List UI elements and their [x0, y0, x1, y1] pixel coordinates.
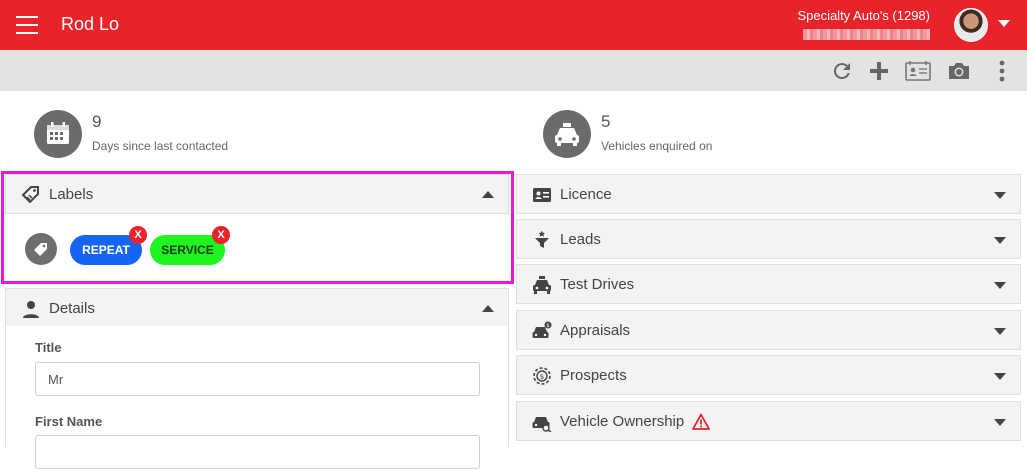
camera-icon[interactable] [946, 59, 970, 83]
page-title: Rod Lo [61, 14, 120, 34]
remove-label-service-button[interactable]: X [212, 226, 230, 244]
prospects-panel-title: Prospects [560, 367, 627, 384]
first-name-field-label: First Name [35, 414, 103, 429]
warning-icon [692, 413, 710, 431]
avatar[interactable] [954, 8, 988, 42]
appraisals-panel-header[interactable]: $ Appraisals [516, 310, 1021, 350]
chevron-down-icon[interactable] [994, 373, 1006, 380]
test-drives-panel-title: Test Drives [560, 276, 635, 293]
refresh-icon[interactable] [830, 59, 854, 83]
days-label: Days since last contacted [92, 139, 229, 153]
chevron-down-icon[interactable] [994, 192, 1006, 199]
taxi-car-icon [543, 110, 591, 158]
chevron-down-icon[interactable] [994, 282, 1006, 289]
vehicles-count: 5 [601, 112, 611, 131]
contact-card-icon[interactable] [905, 59, 931, 83]
licence-panel-header[interactable]: Licence [516, 174, 1021, 214]
label-chip-text: REPEAT [82, 243, 130, 257]
first-name-field[interactable] [35, 435, 480, 469]
chevron-down-icon[interactable] [998, 20, 1010, 27]
appraisals-panel-title: Appraisals [560, 322, 631, 339]
days-count: 9 [92, 112, 102, 131]
vehicle-ownership-panel-title: Vehicle Ownership [560, 413, 685, 430]
plus-icon[interactable] [867, 59, 891, 83]
title-field[interactable] [35, 362, 480, 396]
dealer-detail-redacted [803, 29, 930, 40]
target-dollar-icon: $ [532, 366, 552, 386]
prospects-panel-header[interactable]: $ Prospects [516, 355, 1021, 395]
chevron-down-icon[interactable] [994, 419, 1006, 426]
dealer-name[interactable]: Specialty Auto's (1298) [797, 8, 930, 23]
menu-icon[interactable] [16, 16, 38, 34]
details-panel-title: Details [49, 300, 95, 317]
labels-highlight-frame [1, 171, 514, 284]
remove-label-repeat-button[interactable]: X [129, 226, 147, 244]
calendar-icon [34, 110, 82, 158]
taxi-car-icon [532, 275, 552, 295]
car-dollar-icon: $ [532, 321, 552, 341]
leads-panel-header[interactable]: Leads [516, 219, 1021, 259]
svg-text:$: $ [540, 373, 544, 381]
id-card-icon [532, 185, 552, 205]
test-drives-panel-header[interactable]: Test Drives [516, 264, 1021, 304]
vehicles-label: Vehicles enquired on [601, 139, 713, 153]
car-search-icon [532, 412, 552, 433]
more-vert-icon[interactable] [990, 59, 1014, 83]
leads-panel-title: Leads [560, 231, 601, 248]
licence-panel-title: Licence [560, 186, 612, 203]
vehicle-ownership-panel-header[interactable]: Vehicle Ownership [516, 401, 1021, 441]
add-label-tag-icon[interactable] [25, 233, 57, 265]
person-icon [21, 299, 41, 319]
chevron-down-icon[interactable] [994, 328, 1006, 335]
svg-text:$: $ [546, 323, 549, 329]
label-chip-text: SERVICE [161, 243, 214, 257]
chevron-up-icon[interactable] [482, 305, 494, 312]
chevron-down-icon[interactable] [994, 237, 1006, 244]
details-panel-header[interactable]: Details [5, 288, 509, 328]
funnel-icon [532, 230, 552, 250]
title-field-label: Title [35, 340, 62, 355]
